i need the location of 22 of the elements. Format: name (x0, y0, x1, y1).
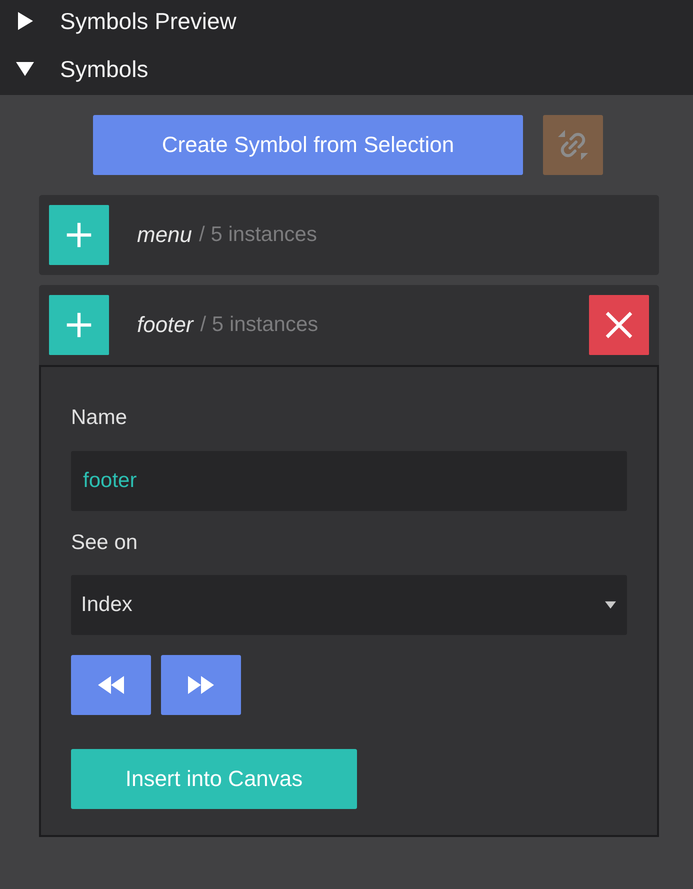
rewind-icon (98, 676, 124, 694)
page-dropdown[interactable]: Index (71, 575, 627, 635)
field-label: Name (71, 405, 128, 431)
section-toggle[interactable]: Symbols (0, 45, 693, 93)
next-button[interactable] (161, 655, 241, 715)
plus-icon (65, 221, 93, 249)
symbol-name: footer (137, 312, 194, 338)
caret-down-icon (605, 601, 616, 609)
delete-button[interactable] (589, 295, 649, 355)
plus-icon (65, 311, 93, 339)
section-toggle[interactable]: Symbols Preview (0, 0, 693, 45)
close-icon (605, 311, 633, 339)
add-button[interactable] (49, 295, 109, 355)
add-button[interactable] (49, 205, 109, 265)
symbol-name: menu (137, 222, 192, 248)
instance-count: / 5 instances (199, 223, 317, 247)
fast-forward-icon (188, 676, 214, 694)
name-input-field[interactable]: footer (71, 451, 627, 511)
instance-count: / 5 instances (200, 313, 318, 337)
previous-button[interactable] (71, 655, 151, 715)
chain-link-icon (557, 129, 589, 161)
field-label: See on (71, 530, 138, 556)
